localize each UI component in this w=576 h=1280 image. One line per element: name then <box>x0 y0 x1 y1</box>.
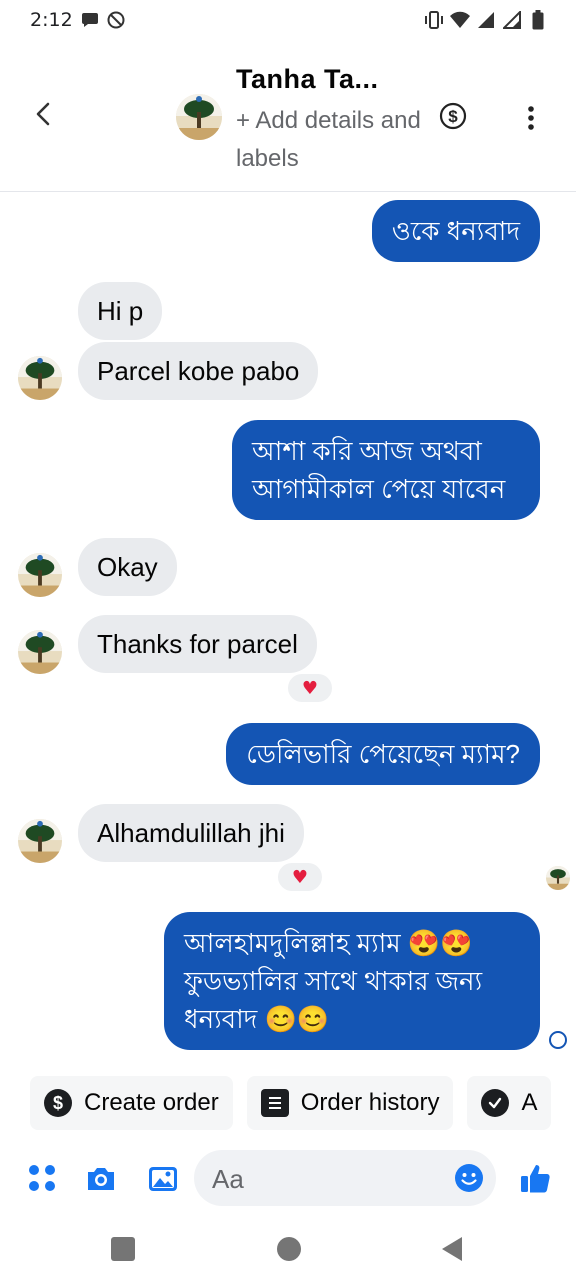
contact-name[interactable]: Tanha Ta... <box>236 64 379 95</box>
message-outgoing[interactable]: আশা করি আজ অথবা আগামীকাল পেয়ে যাবেন <box>232 420 540 520</box>
sender-avatar[interactable] <box>18 553 62 597</box>
contact-avatar[interactable] <box>176 94 222 140</box>
thumbs-up-icon <box>521 1165 550 1193</box>
message-outgoing[interactable]: আলহামদুলিল্লাহ ম্যাম 😍😍 ফুডভ্যালির সাথে … <box>164 912 540 1050</box>
create-order-label: Create order <box>84 1089 219 1116</box>
message-incoming[interactable]: Parcel kobe pabo <box>78 342 319 400</box>
back-nav-icon[interactable] <box>440 1236 464 1266</box>
battery-icon <box>528 10 548 30</box>
order-history-label: Order history <box>300 1089 440 1116</box>
chat-bubble-icon <box>80 10 100 30</box>
image-icon <box>149 1167 177 1191</box>
dollar-circle-icon: $ <box>44 1089 72 1117</box>
heart-reaction[interactable]: ♥ <box>276 861 324 893</box>
wifi-icon <box>450 10 470 30</box>
heart-icon: ♥ <box>301 677 319 699</box>
vibrate-icon <box>424 10 444 30</box>
avatar-tree-image <box>546 866 570 890</box>
avatar-tree-image <box>18 630 62 674</box>
status-time: 2:12 <box>30 9 73 31</box>
more-options-button[interactable] <box>520 104 542 132</box>
more-vertical-icon <box>528 106 534 130</box>
sent-status-icon <box>549 1031 567 1049</box>
message-incoming[interactable]: Thanks for parcel <box>78 615 317 673</box>
message-outgoing[interactable]: ডেলিভারি পেয়েছেন ম্যাম? <box>226 723 540 785</box>
quick-actions-bar: $ Create order Order history A <box>30 1076 552 1130</box>
seen-indicator-avatar <box>546 866 570 890</box>
message-incoming[interactable]: Hi p <box>78 282 163 340</box>
avatar-tree-image <box>18 819 62 863</box>
signal-icon <box>476 10 496 30</box>
grid-dots-icon <box>29 1165 55 1191</box>
signal-2-icon <box>502 10 522 30</box>
payment-button[interactable]: $ <box>439 102 467 130</box>
recents-icon[interactable] <box>111 1237 135 1261</box>
receipt-icon <box>260 1089 289 1117</box>
do-not-disturb-icon <box>106 10 126 30</box>
message-input-placeholder: Aa <box>212 1164 244 1194</box>
camera-button[interactable] <box>84 1162 118 1196</box>
gallery-button[interactable] <box>146 1162 180 1196</box>
back-button[interactable] <box>28 98 60 130</box>
sender-avatar[interactable] <box>18 630 62 674</box>
emoji-icon <box>455 1164 483 1192</box>
create-order-button[interactable]: $ Create order <box>30 1076 233 1130</box>
svg-text:$: $ <box>448 107 458 126</box>
dollar-circle-icon: $ <box>439 102 467 130</box>
system-nav-bar <box>0 1220 576 1280</box>
sender-avatar[interactable] <box>18 356 62 400</box>
message-incoming[interactable]: Alhamdulillah jhi <box>78 804 304 862</box>
status-bar: 2:12 <box>0 0 576 42</box>
message-composer: Aa <box>0 1148 576 1210</box>
sender-avatar[interactable] <box>18 819 62 863</box>
avatar-tree-image <box>176 94 222 140</box>
like-button[interactable] <box>518 1162 552 1196</box>
more-actions-button[interactable] <box>26 1162 60 1196</box>
emoji-button[interactable] <box>454 1163 484 1193</box>
quick-action-button[interactable]: A <box>467 1076 552 1130</box>
message-outgoing[interactable]: ওকে ধন্যবাদ <box>371 200 540 262</box>
heart-reaction[interactable]: ♥ <box>286 672 334 704</box>
chevron-left-icon <box>36 102 50 126</box>
order-history-button[interactable]: Order history <box>246 1076 454 1130</box>
quick-action-label: A <box>521 1089 538 1116</box>
home-icon[interactable] <box>277 1237 301 1261</box>
message-incoming[interactable]: Okay <box>78 538 177 596</box>
avatar-tree-image <box>18 553 62 597</box>
camera-icon <box>88 1168 114 1190</box>
check-circle-icon <box>481 1089 510 1117</box>
message-input[interactable]: Aa <box>194 1150 496 1206</box>
conversation-header: Tanha Ta... + Add details and labels $ <box>0 42 576 192</box>
heart-icon: ♥ <box>291 866 309 888</box>
add-details-link[interactable]: + Add details and labels <box>236 102 426 178</box>
avatar-tree-image <box>18 356 62 400</box>
